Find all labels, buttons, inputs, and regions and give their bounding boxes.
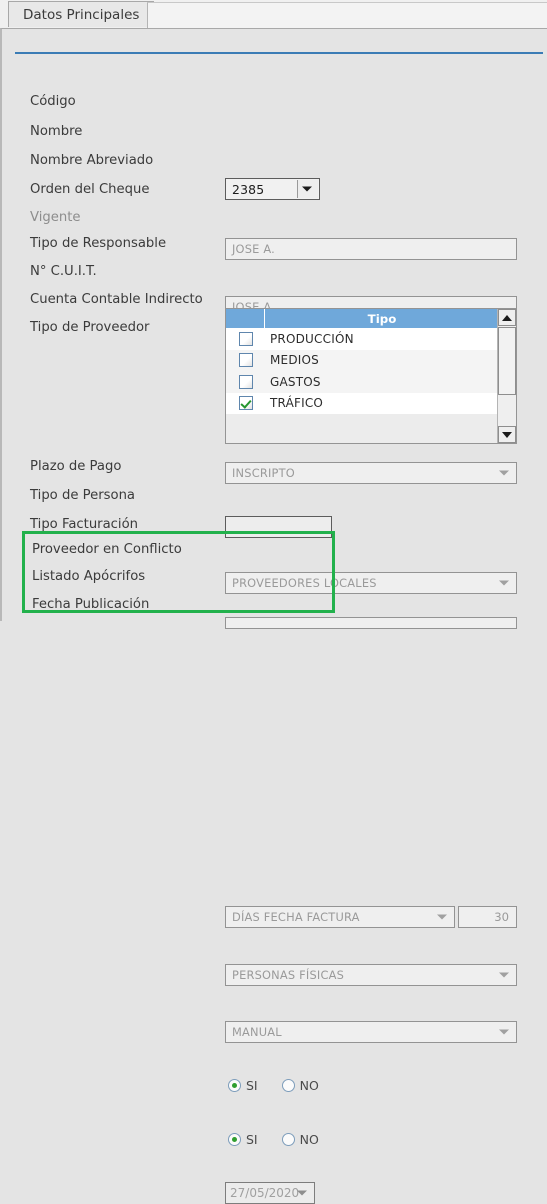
apocrifos-radio-no-label: NO (299, 1131, 319, 1147)
table-row[interactable]: GASTOS (226, 371, 499, 393)
form-row-cuit: N° C.U.I.T. (0, 259, 547, 538)
label-orden-del-cheque: Orden del Cheque (30, 181, 150, 197)
grid-row-label: TRÁFICO (270, 396, 324, 411)
grid-checkbox-cell[interactable] (226, 331, 265, 346)
grid-checkbox-cell[interactable] (226, 353, 265, 368)
label-codigo: Código (30, 93, 76, 109)
conflicto-radio-no-label: NO (299, 1077, 319, 1093)
checkbox-unchecked-icon[interactable] (238, 353, 253, 368)
scrollbar-thumb[interactable] (498, 327, 516, 395)
tipo-persona-combobox[interactable]: PERSONAS FÍSICAS (225, 964, 517, 986)
tab-strip-empty-area (147, 2, 547, 28)
form-row-orden-cheque: Orden del Cheque JOSE A. (0, 177, 547, 376)
tab-bar: Datos Principales (0, 0, 547, 28)
apocrifos-radio-si-label: SI (246, 1131, 258, 1147)
label-tipo-de-responsable: Tipo de Responsable (30, 235, 167, 251)
label-nombre-abreviado: Nombre Abreviado (30, 152, 154, 168)
chevron-down-icon (499, 972, 509, 978)
label-plazo-de-pago: Plazo de Pago (30, 458, 122, 474)
tipo-proveedor-grid[interactable]: Tipo PRODUCCIÓN MEDIOS GASTOS TRÁFICO (225, 308, 517, 444)
grid-scrollbar[interactable] (497, 309, 516, 443)
form-row-plazo-pago: Plazo de Pago DÍAS FECHA FACTURA 30 (0, 454, 547, 928)
plazo-pago-dias-value: 30 (494, 910, 509, 924)
apocrifos-radio-no[interactable]: NO (281, 1131, 319, 1147)
tab-datos-principales[interactable]: Datos Principales (8, 1, 155, 27)
fecha-publicacion-datepicker[interactable]: 27/05/2020 (225, 1182, 315, 1204)
grid-checkbox-cell[interactable] (226, 396, 265, 411)
form-row-tipo-persona: Tipo de Persona PERSONAS FÍSICAS (0, 483, 547, 986)
checkbox-unchecked-icon[interactable] (238, 374, 253, 389)
chevron-down-icon (437, 914, 447, 920)
label-tipo-de-persona: Tipo de Persona (30, 487, 136, 503)
scroll-up-button[interactable] (498, 309, 516, 326)
plazo-pago-value: DÍAS FECHA FACTURA (232, 910, 360, 924)
form-row-proveedor-conflicto: Proveedor en Conflicto SI NO (0, 537, 547, 1093)
radio-circle-selected-icon (228, 1132, 241, 1146)
label-numero-cuit: N° C.U.I.T. (30, 263, 97, 279)
table-row[interactable]: PRODUCCIÓN (226, 328, 499, 350)
tipo-persona-value: PERSONAS FÍSICAS (232, 968, 345, 982)
conflicto-radio-no[interactable]: NO (281, 1077, 319, 1093)
plazo-pago-combobox[interactable]: DÍAS FECHA FACTURA (225, 906, 455, 928)
tipo-facturacion-value: MANUAL (232, 1025, 282, 1039)
grid-header-tipo: Tipo (265, 309, 499, 328)
table-row[interactable]: TRÁFICO (226, 392, 499, 414)
label-proveedor-en-conflicto: Proveedor en Conflicto (32, 541, 182, 557)
label-vigente: Vigente (30, 209, 81, 225)
chevron-down-icon (297, 1190, 307, 1196)
scroll-down-button[interactable] (498, 426, 516, 443)
section-divider (15, 52, 543, 54)
chevron-down-icon (499, 1029, 509, 1035)
triangle-up-icon (502, 314, 512, 321)
fecha-publicacion-value: 27/05/2020 (230, 1186, 300, 1200)
label-tipo-de-proveedor: Tipo de Proveedor (30, 319, 150, 335)
form-row-listado-apocrifos: Listado Apócrifos SI NO (0, 564, 547, 1147)
form-row-nombre: Nombre JOSE A. (0, 119, 547, 260)
label-listado-apocrifos: Listado Apócrifos (32, 568, 146, 584)
form-row-nombre-abreviado: Nombre Abreviado JOSE A. (0, 148, 547, 318)
radio-circle-icon (281, 1078, 295, 1092)
form-row-fecha-publicacion: Fecha Publicación 27/05/2020 (0, 592, 547, 1204)
tipo-facturacion-combobox[interactable]: MANUAL (225, 1021, 517, 1043)
next-field-partial[interactable] (225, 617, 517, 629)
radio-circle-selected-icon (228, 1078, 241, 1092)
radio-circle-icon (281, 1132, 295, 1146)
grid-body: PRODUCCIÓN MEDIOS GASTOS TRÁFICO (226, 328, 499, 414)
form-row-vigente: Vigente SI NO (0, 205, 547, 429)
apocrifos-radio-si[interactable]: SI (228, 1132, 258, 1147)
form-row-tipo-facturacion: Tipo Facturación MANUAL (0, 512, 547, 1043)
checkbox-checked-icon[interactable] (238, 396, 253, 411)
label-cuenta-contable-indirecto: Cuenta Contable Indirecto (30, 291, 203, 307)
label-tipo-facturacion: Tipo Facturación (30, 516, 139, 532)
grid-row-label: GASTOS (270, 374, 321, 389)
grid-header-row: Tipo (226, 309, 499, 328)
grid-row-label: MEDIOS (270, 353, 319, 368)
form-row-tipo-responsable: Tipo de Responsable INSCRIPTO (0, 231, 547, 484)
grid-checkbox-cell[interactable] (226, 374, 265, 389)
conflicto-radio-si-label: SI (246, 1077, 258, 1093)
conflicto-radio-group: SI NO (228, 1074, 343, 1096)
table-row[interactable]: MEDIOS (226, 349, 499, 371)
grid-header-checkbox-column (226, 309, 265, 328)
conflicto-radio-si[interactable]: SI (228, 1078, 258, 1093)
grid-row-label: PRODUCCIÓN (270, 331, 354, 346)
grid-empty-area (226, 414, 499, 443)
form-row-codigo: Código 2385 (0, 89, 547, 200)
plazo-pago-dias-input[interactable]: 30 (458, 906, 517, 928)
tab-label: Datos Principales (23, 6, 140, 23)
apocrifos-radio-group: SI NO (228, 1128, 343, 1150)
checkbox-unchecked-icon[interactable] (238, 331, 253, 346)
label-fecha-publicacion: Fecha Publicación (32, 596, 150, 612)
label-nombre: Nombre (30, 123, 83, 139)
triangle-down-icon (502, 431, 512, 438)
